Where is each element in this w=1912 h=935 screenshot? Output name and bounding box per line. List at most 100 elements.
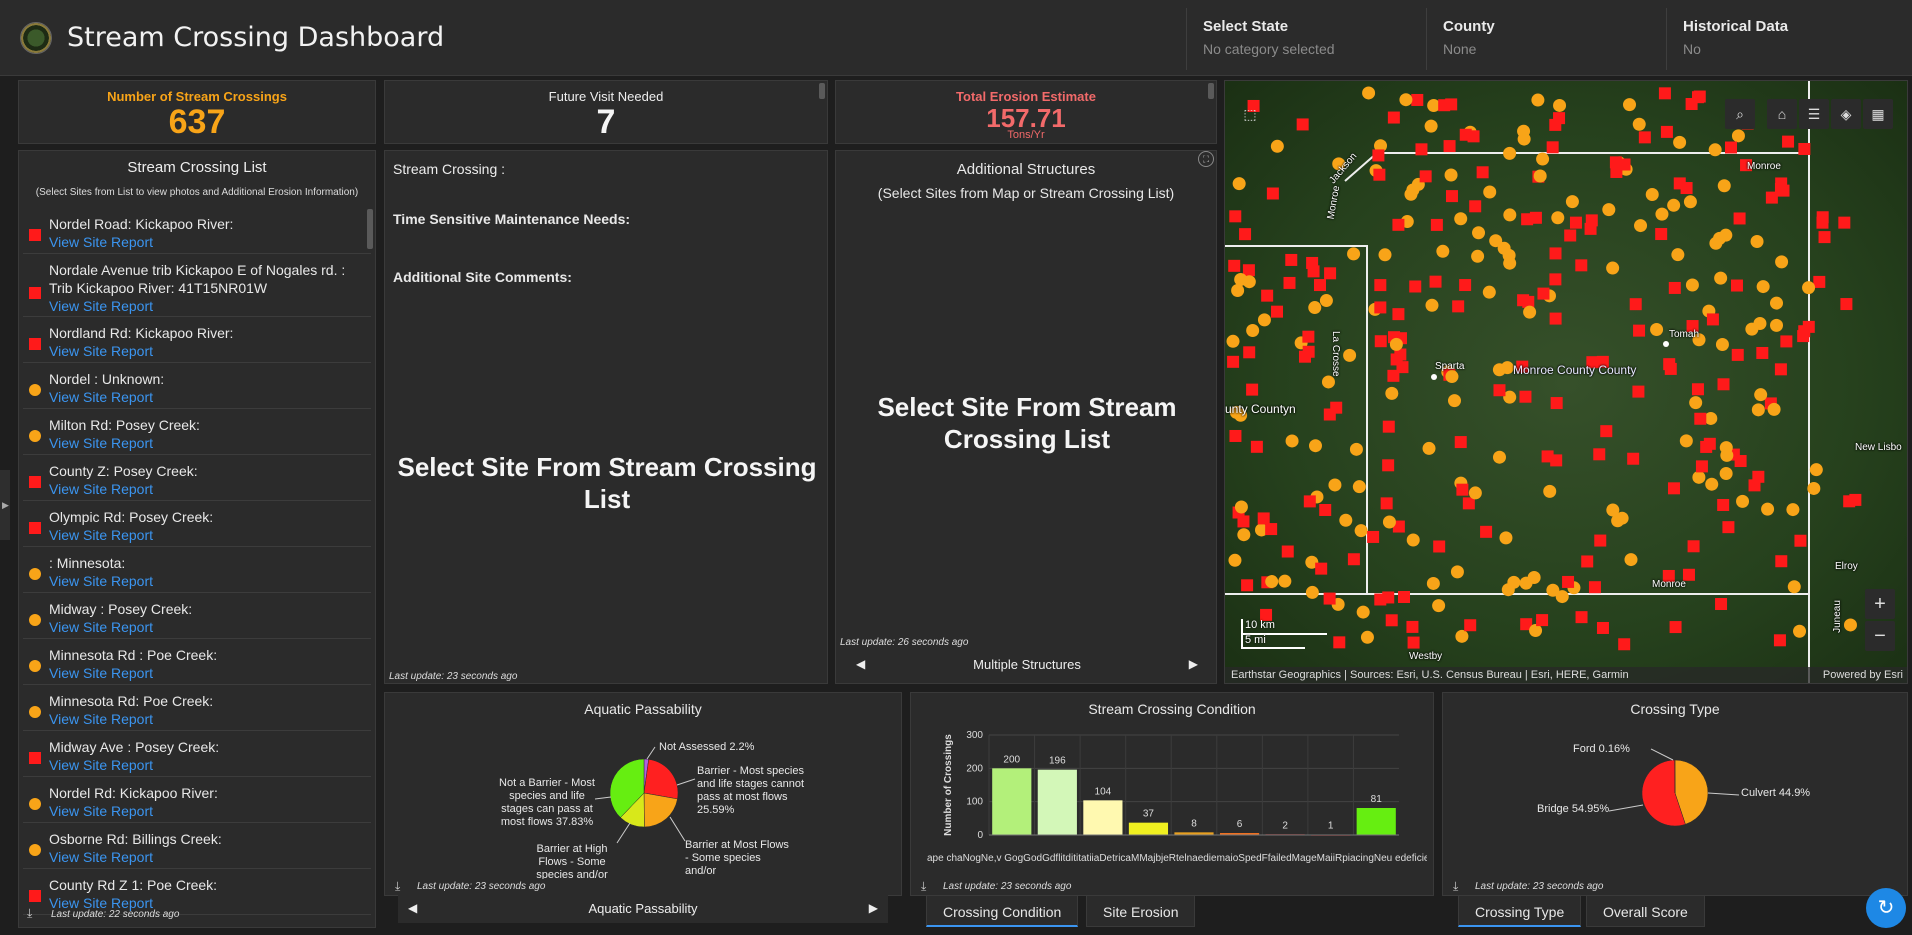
view-site-report-link[interactable]: View Site Report [49, 480, 365, 498]
crossing-square-marker [1296, 118, 1309, 131]
view-site-report-link[interactable]: View Site Report [49, 388, 365, 406]
aquatic-pie-chart[interactable] [385, 719, 903, 889]
filter-county[interactable]: County None [1426, 8, 1666, 70]
tab-site-erosion[interactable]: Site Erosion [1086, 895, 1196, 927]
list-item-label: Nordel Road: Kickapoo River: View Site Re… [49, 215, 365, 251]
list-item[interactable]: Nordel Rd: Kickapoo River: View Site Repo… [23, 778, 371, 823]
view-site-report-link[interactable]: View Site Report [49, 526, 365, 544]
powered-by-esri[interactable]: Powered by Esri [1823, 669, 1903, 681]
crossing-square-marker [1798, 325, 1811, 338]
list-item[interactable]: Osborne Rd: Billings Creek: View Site Rep… [23, 824, 371, 869]
last-update: Last update: 22 seconds ago [51, 909, 180, 920]
zoom-out-button[interactable]: − [1865, 621, 1895, 651]
crossing-square-marker [1419, 170, 1432, 183]
download-icon[interactable]: ⤓ [921, 879, 926, 894]
list-item[interactable]: Olympic Rd: Posey Creek: View Site Report [23, 502, 371, 547]
crossing-circle-marker [1425, 298, 1439, 312]
crossing-square-marker [1467, 130, 1480, 143]
refresh-icon[interactable]: ↻ [1866, 888, 1906, 928]
layers-icon[interactable]: ◈ [1831, 99, 1861, 129]
basemap-gallery-icon[interactable]: ▦ [1863, 99, 1893, 129]
list-item[interactable]: Nordland Rd: Kickapoo River: View Site Re… [23, 318, 371, 363]
list-item[interactable]: Midway Ave : Posey Creek: View Site Repor… [23, 732, 371, 777]
crossing-square-marker [1319, 503, 1332, 516]
crossing-square-marker [1627, 452, 1640, 465]
bar-value-label: 200 [1003, 754, 1020, 765]
crossing-square-marker [1382, 420, 1395, 433]
crossing-square-marker [1229, 210, 1242, 223]
legend-list-icon[interactable]: ☰ [1799, 99, 1829, 129]
side-panel-toggle[interactable]: ▶ [0, 470, 10, 540]
crossing-square-marker [1838, 216, 1851, 229]
crossing-circle-marker [1432, 599, 1446, 613]
view-site-report-link[interactable]: View Site Report [49, 434, 365, 452]
bar [1037, 769, 1077, 835]
list-item-label: Minnesota Rd : Poe Creek: View Site Repor… [49, 646, 365, 682]
crossing-circle-marker [1385, 386, 1399, 400]
list-item[interactable]: Milton Rd: Posey Creek: View Site Report [23, 410, 371, 455]
crossing-circle-marker [1503, 208, 1517, 222]
site-name: Nordale Avenue trib Kickapoo E of Nogale… [49, 262, 346, 296]
list-item[interactable]: Midway : Posey Creek: View Site Report [23, 594, 371, 639]
home-icon[interactable]: ⌂ [1767, 99, 1797, 129]
download-icon[interactable]: ⤓ [27, 906, 32, 921]
additional-structures-panel: Additional Structures (Select Sites from… [835, 150, 1217, 684]
tab-crossing-condition[interactable]: Crossing Condition [926, 895, 1079, 927]
crossing-square-marker [1429, 275, 1442, 288]
view-site-report-link[interactable]: View Site Report [49, 664, 365, 682]
circle-marker-icon [29, 384, 41, 396]
expand-icon[interactable]: ⛶ [1198, 151, 1214, 167]
crossing-square-marker [1680, 182, 1693, 195]
crossing-square-marker [1536, 614, 1549, 627]
view-site-report-link[interactable]: View Site Report [49, 233, 365, 251]
view-site-report-link[interactable]: View Site Report [49, 802, 365, 820]
view-site-report-link[interactable]: View Site Report [49, 710, 365, 728]
crossing-square-marker [1430, 218, 1443, 231]
list-item[interactable]: : Minnesota: View Site Report [23, 548, 371, 593]
site-name: Nordland Rd: Kickapoo River: [49, 325, 234, 341]
list-item[interactable]: Nordel Road: Kickapoo River: View Site Re… [23, 209, 371, 254]
list-item[interactable]: Minnesota Rd: Poe Creek: View Site Report [23, 686, 371, 731]
crossing-square-marker [1668, 281, 1681, 294]
download-icon[interactable]: ⤓ [395, 879, 400, 894]
tab-crossing-type[interactable]: Crossing Type [1458, 895, 1582, 927]
zoom-in-button[interactable]: + [1865, 589, 1895, 619]
crossing-square-marker [1664, 362, 1677, 375]
crossing-circle-marker [1632, 117, 1646, 131]
select-tool-icon[interactable]: ⬚ [1235, 99, 1265, 129]
crossing-circle-marker [1714, 271, 1728, 285]
crossing-square-marker [1660, 125, 1673, 138]
crossing-type-pie-chart[interactable] [1443, 719, 1909, 889]
map-panel[interactable]: Jackson Monroe Monroe La Crosse Sparta T… [1224, 80, 1908, 684]
map-canvas[interactable] [1225, 81, 1908, 684]
list-item[interactable]: Minnesota Rd : Poe Creek: View Site Repor… [23, 640, 371, 685]
crossing-square-marker [1303, 495, 1316, 508]
filter-select-state[interactable]: Select State No category selected [1186, 8, 1426, 70]
crossing-square-marker [1462, 497, 1475, 510]
view-site-report-link[interactable]: View Site Report [49, 572, 365, 590]
crossing-square-marker [1257, 512, 1270, 525]
crossing-square-marker [1773, 634, 1786, 647]
search-icon[interactable]: ⌕ [1725, 99, 1755, 129]
list-item[interactable]: Nordel : Unknown: View Site Report [23, 364, 371, 409]
site-detail-panel: Stream Crossing : Time Sensitive Mainten… [384, 150, 828, 684]
crossing-square-marker [1752, 470, 1765, 483]
next-arrow-icon[interactable]: ▶ [869, 901, 878, 915]
filter-historical-data[interactable]: Historical Data No [1666, 8, 1910, 70]
crossing-circle-marker [1308, 439, 1322, 453]
list-item[interactable]: County Z: Posey Creek: View Site Report [23, 456, 371, 501]
view-site-report-link[interactable]: View Site Report [49, 756, 365, 774]
download-icon[interactable]: ⤓ [1453, 879, 1458, 894]
crossing-circle-marker [1751, 403, 1765, 417]
tab-overall-score[interactable]: Overall Score [1586, 895, 1705, 927]
view-site-report-link[interactable]: View Site Report [49, 618, 365, 636]
view-site-report-link[interactable]: View Site Report [49, 342, 365, 360]
list-item[interactable]: Nordale Avenue trib Kickapoo E of Nogale… [23, 255, 371, 317]
last-update: Last update: 23 seconds ago [1475, 881, 1604, 892]
crossing-square-marker [1314, 279, 1327, 292]
kpi-future-visit: Future Visit Needed 7 [384, 80, 828, 144]
next-arrow-icon[interactable]: ▶ [1189, 657, 1198, 671]
view-site-report-link[interactable]: View Site Report [49, 848, 365, 866]
view-site-report-link[interactable]: View Site Report [49, 297, 365, 315]
list-item-label: Milton Rd: Posey Creek: View Site Report [49, 416, 365, 452]
